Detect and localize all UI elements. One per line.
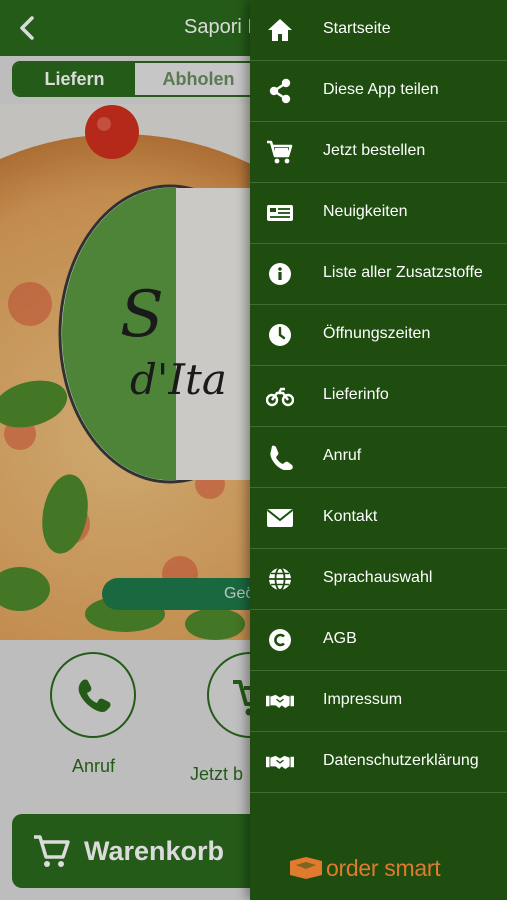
menu-label: Startseite [323,20,391,37]
menu-item-impressum[interactable]: Impressum [250,671,507,732]
menu-label: Datenschutzerklärung [323,752,479,769]
share-icon [269,78,291,104]
menu-label: Diese App teilen [323,81,439,98]
menu-item-order[interactable]: Jetzt bestellen [250,122,507,183]
menu-label: Lieferinfo [323,386,389,403]
menu-label: AGB [323,630,357,647]
handshake-icon [266,694,294,708]
menu-item-language[interactable]: Sprachauswahl [250,549,507,610]
menu-item-share[interactable]: Diese App teilen [250,61,507,122]
phone-icon [270,445,293,470]
cart-icon [267,140,293,164]
motorcycle-icon [266,387,294,407]
envelope-icon [266,509,294,527]
menu-label: Jetzt bestellen [323,142,426,159]
menu-item-contact[interactable]: Kontakt [250,488,507,549]
brand-text: order smart [326,855,441,881]
clock-icon [269,324,291,346]
order-smart-mark-icon [290,857,322,879]
menu-label: Liste aller Zusatzstoffe [323,264,483,281]
handshake-icon [266,755,294,769]
info-icon [269,263,291,285]
menu-item-agb[interactable]: AGB [250,610,507,671]
side-drawer: Startseite Diese App teilen Jetzt bestel… [250,0,507,900]
menu-item-privacy[interactable]: Datenschutzerklärung [250,732,507,793]
menu-item-additives[interactable]: Liste aller Zusatzstoffe [250,244,507,305]
globe-icon [269,567,291,591]
menu-label: Anruf [323,447,362,464]
menu-item-opening-hours[interactable]: Öffnungszeiten [250,305,507,366]
menu-label: Neuigkeiten [323,203,408,220]
menu-label: Sprachauswahl [323,569,433,586]
menu-item-call[interactable]: Anruf [250,427,507,488]
menu-item-news[interactable]: Neuigkeiten [250,183,507,244]
home-icon [268,19,292,41]
menu-label: Öffnungszeiten [323,325,431,342]
copyright-icon [269,629,291,651]
menu-label: Impressum [323,691,403,708]
menu-item-delivery-info[interactable]: Lieferinfo [250,366,507,427]
order-smart-logo: order smart [290,854,470,884]
menu-item-startseite[interactable]: Startseite [250,0,507,61]
menu-label: Kontakt [323,508,378,525]
news-icon [267,205,293,221]
